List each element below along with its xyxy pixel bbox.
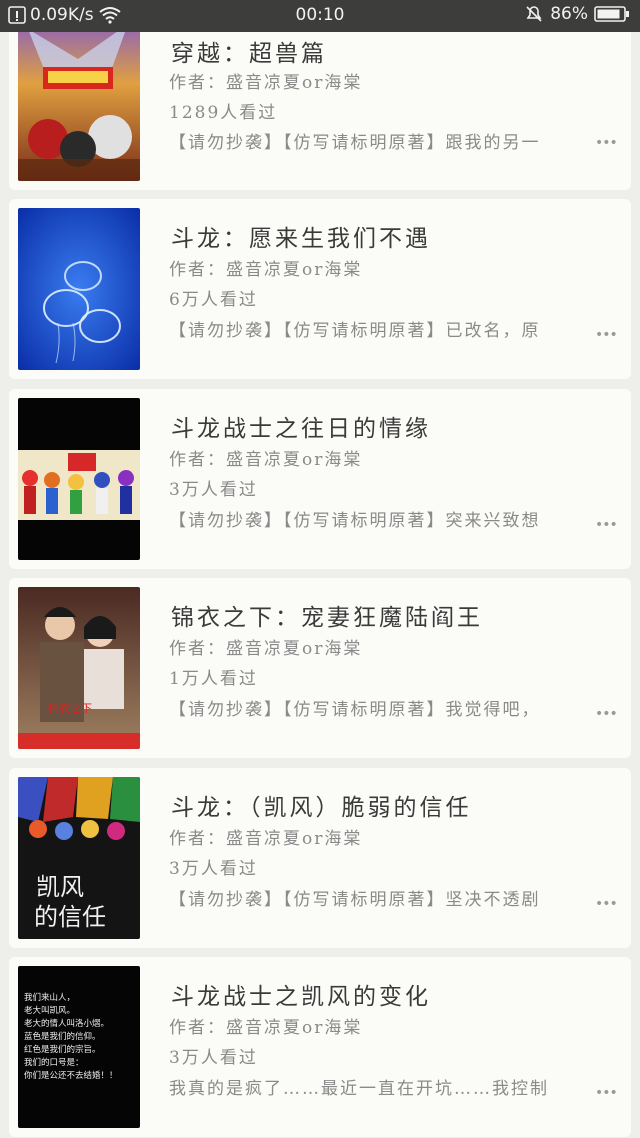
book-author: 作者：盛音凉夏or海棠: [169, 1018, 363, 1038]
book-description: 【请勿抄袭】【仿写请标明原著】突来兴致想: [169, 511, 541, 531]
status-bar: 0.09K/s 00:10 86%: [0, 0, 640, 32]
more-ellipsis-icon: •••: [595, 896, 618, 912]
cover-text: 锦衣之下: [48, 701, 92, 715]
book-cover-image: [18, 398, 140, 560]
more-ellipsis-icon: •••: [595, 1085, 618, 1101]
book-card[interactable]: 穿越：超兽篇 作者：盛音凉夏or海棠 1289人看过 【请勿抄袭】【仿写请标明原…: [9, 10, 631, 190]
battery-icon: [594, 5, 630, 23]
book-title[interactable]: 斗龙：愿来生我们不遇: [171, 219, 431, 253]
cover-text-line1: 凯风: [36, 873, 84, 901]
book-title[interactable]: 穿越：超兽篇: [171, 34, 327, 68]
book-cover-image: [18, 19, 140, 181]
cover-line: 我们的口号是：: [24, 1057, 84, 1068]
book-title[interactable]: 斗龙战士之凯风的变化: [171, 977, 431, 1011]
book-views: 3万人看过: [169, 1048, 258, 1068]
book-description: 我真的是疯了……最近一直在开坑……我控制: [169, 1079, 549, 1099]
book-cover-image: 锦衣之下: [18, 587, 140, 749]
cover-line: 蓝色是我们的信仰。: [24, 1031, 101, 1042]
book-list: 穿越：超兽篇 作者：盛音凉夏or海棠 1289人看过 【请勿抄袭】【仿写请标明原…: [0, 0, 640, 1138]
book-description: 【请勿抄袭】【仿写请标明原著】已改名，原: [169, 321, 541, 341]
book-views: 1289人看过: [169, 103, 278, 123]
book-title[interactable]: 斗龙战士之往日的情缘: [171, 409, 431, 443]
mute-icon: [524, 4, 544, 24]
book-views: 6万人看过: [169, 290, 258, 310]
book-cover-image: 凯风 的信任: [18, 777, 140, 939]
cover-line: 老大叫凯风。: [24, 1005, 75, 1016]
book-views: 3万人看过: [169, 480, 258, 500]
book-cover-image: [18, 208, 140, 370]
book-cover-image: 我们来山人， 老大叫凯风。 老大的情人叫洛小熠。 蓝色是我们的信仰。 红色是我们…: [18, 966, 140, 1128]
book-author: 作者：盛音凉夏or海棠: [169, 829, 363, 849]
cover-line: 老大的情人叫洛小熠。: [24, 1018, 109, 1029]
more-ellipsis-icon: •••: [595, 517, 618, 533]
book-title[interactable]: 斗龙：（凯风）脆弱的信任: [171, 788, 472, 822]
book-card[interactable]: 锦衣之下 锦衣之下：宠妻狂魔陆阎王 作者：盛音凉夏or海棠 1万人看过 【请勿抄…: [9, 578, 631, 758]
book-title[interactable]: 锦衣之下：宠妻狂魔陆阎王: [171, 598, 483, 632]
book-card[interactable]: 我们来山人， 老大叫凯风。 老大的情人叫洛小熠。 蓝色是我们的信仰。 红色是我们…: [9, 957, 631, 1137]
book-author: 作者：盛音凉夏or海棠: [169, 73, 363, 93]
book-description: 【请勿抄袭】【仿写请标明原著】坚决不透剧: [169, 890, 541, 910]
more-ellipsis-icon: •••: [595, 135, 618, 151]
book-description: 【请勿抄袭】【仿写请标明原著】我觉得吧，: [169, 700, 541, 720]
more-ellipsis-icon: •••: [595, 706, 618, 722]
book-card[interactable]: 斗龙战士之往日的情缘 作者：盛音凉夏or海棠 3万人看过 【请勿抄袭】【仿写请标…: [9, 389, 631, 569]
book-author: 作者：盛音凉夏or海棠: [169, 260, 363, 280]
book-author: 作者：盛音凉夏or海棠: [169, 450, 363, 470]
book-views: 1万人看过: [169, 669, 258, 689]
book-card[interactable]: 斗龙：愿来生我们不遇 作者：盛音凉夏or海棠 6万人看过 【请勿抄袭】【仿写请标…: [9, 199, 631, 379]
battery-percent: 86%: [550, 4, 588, 24]
cover-line: 你们是公还不去结婚！！: [24, 1070, 118, 1081]
book-author: 作者：盛音凉夏or海棠: [169, 639, 363, 659]
more-ellipsis-icon: •••: [595, 327, 618, 343]
book-card[interactable]: 凯风 的信任 斗龙：（凯风）脆弱的信任 作者：盛音凉夏or海棠 3万人看过 【请…: [9, 768, 631, 948]
book-description: 【请勿抄袭】【仿写请标明原著】跟我的另一: [169, 133, 541, 153]
cover-line: 红色是我们的宗旨。: [24, 1044, 101, 1055]
cover-text-line2: 的信任: [34, 903, 106, 931]
cover-line: 我们来山人，: [24, 992, 75, 1003]
book-views: 3万人看过: [169, 859, 258, 879]
